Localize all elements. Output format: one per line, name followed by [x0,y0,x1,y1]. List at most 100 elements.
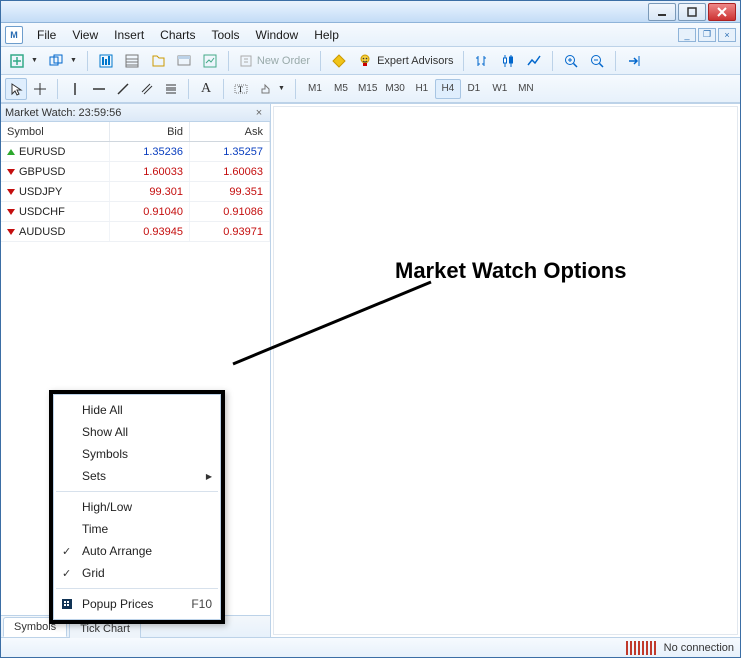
text-label-button[interactable]: T [230,78,252,100]
menu-symbols[interactable]: Symbols [54,443,220,465]
market-watch-row[interactable]: USDCHF0.910400.91086 [1,202,270,222]
popup-icon [60,597,74,611]
bid-cell: 1.35236 [110,142,190,161]
auto-scroll-icon [626,53,642,69]
timeframe-m15[interactable]: M15 [354,79,381,99]
app-window: M File View Insert Charts Tools Window H… [0,0,741,658]
zoom-out-button[interactable] [585,50,609,72]
col-ask[interactable]: Ask [190,122,270,141]
symbol-text: GBPUSD [19,166,65,178]
navigator-button[interactable] [146,50,170,72]
cursor-icon [9,82,23,96]
line-chart-icon [526,53,542,69]
col-symbol[interactable]: Symbol [1,122,110,141]
symbol-text: USDJPY [19,186,62,198]
market-watch-row[interactable]: USDJPY99.30199.351 [1,182,270,202]
bid-cell: 0.93945 [110,222,190,241]
menu-grid[interactable]: ✓Grid [54,562,220,584]
chart-bars-button[interactable] [470,50,494,72]
market-watch-row[interactable]: AUDUSD0.939450.93971 [1,222,270,242]
new-chart-icon [9,53,25,69]
timeframe-mn[interactable]: MN [513,79,539,99]
menu-window[interactable]: Window [248,24,307,46]
menu-auto-arrange[interactable]: ✓Auto Arrange [54,540,220,562]
timeframe-h4[interactable]: H4 [435,79,461,99]
menu-insert[interactable]: Insert [106,24,152,46]
fibonacci-button[interactable] [160,78,182,100]
mdi-restore-button[interactable]: ❐ [698,28,716,42]
metaquotes-button[interactable] [327,50,351,72]
strategy-tester-button[interactable] [198,50,222,72]
auto-scroll-button[interactable] [622,50,646,72]
vertical-line-button[interactable] [64,78,86,100]
expert-advisors-button[interactable]: Expert Advisors [353,50,457,72]
symbol-text: EURUSD [19,146,65,158]
timeframe-m1[interactable]: M1 [302,79,328,99]
mdi-close-button[interactable]: × [718,28,736,42]
profiles-button[interactable]: ▼ [44,50,81,72]
col-bid[interactable]: Bid [110,122,190,141]
statusbar: No connection [1,637,740,657]
text-button[interactable]: A [195,78,217,100]
menu-tools[interactable]: Tools [204,24,248,46]
market-watch-close-button[interactable]: × [252,106,266,120]
window-close-button[interactable] [708,3,736,21]
zoom-in-icon [563,53,579,69]
chart-line-button[interactable] [522,50,546,72]
menu-popup-prices[interactable]: Popup Prices F10 [54,593,220,615]
timeframe-m30[interactable]: M30 [381,79,408,99]
trendline-button[interactable] [112,78,134,100]
terminal-button[interactable] [172,50,196,72]
market-watch-rows: EURUSD1.352361.35257GBPUSD1.600331.60063… [1,142,270,242]
menu-help[interactable]: Help [306,24,347,46]
market-watch-header: Symbol Bid Ask [1,122,270,142]
timeframe-h1[interactable]: H1 [409,79,435,99]
channel-button[interactable] [136,78,158,100]
bid-cell: 0.91040 [110,202,190,221]
check-icon: ✓ [62,545,71,558]
market-watch-button[interactable] [94,50,118,72]
menu-file[interactable]: File [29,24,64,46]
market-watch-row[interactable]: EURUSD1.352361.35257 [1,142,270,162]
connection-status: No connection [664,642,734,654]
menu-view[interactable]: View [64,24,106,46]
context-menu: Hide All Show All Symbols Sets▶ High/Low… [49,390,225,624]
arrow-objects-button[interactable]: ▼ [254,78,289,100]
zoom-in-button[interactable] [559,50,583,72]
menu-time[interactable]: Time [54,518,220,540]
crosshair-button[interactable] [29,78,51,100]
timeframe-d1[interactable]: D1 [461,79,487,99]
mdi-minimize-button[interactable]: _ [678,28,696,42]
market-watch-row[interactable]: GBPUSD1.600331.60063 [1,162,270,182]
window-maximize-button[interactable] [678,3,706,21]
horizontal-line-button[interactable] [88,78,110,100]
menu-sets[interactable]: Sets▶ [54,465,220,487]
timeframe-w1[interactable]: W1 [487,79,513,99]
chevron-right-icon: ▶ [206,472,212,481]
new-order-button[interactable]: New Order [235,50,314,72]
svg-text:T: T [238,85,243,94]
menu-show-all[interactable]: Show All [54,421,220,443]
expert-icon [357,53,373,69]
crosshair-icon [33,82,47,96]
bid-cell: 99.301 [110,182,190,201]
new-order-icon [239,54,253,68]
chart-candles-button[interactable] [496,50,520,72]
timeframe-m5[interactable]: M5 [328,79,354,99]
terminal-icon [176,53,192,69]
menu-charts[interactable]: Charts [152,24,203,46]
market-watch-title: Market Watch: 23:59:56 × [1,104,270,122]
minimize-icon [657,7,667,17]
new-chart-button[interactable]: ▼ [5,50,42,72]
cursor-button[interactable] [5,78,27,100]
connection-icon [626,641,656,655]
arrow-down-icon [7,169,15,175]
market-watch-space[interactable]: Hide All Show All Symbols Sets▶ High/Low… [1,242,270,615]
menu-high-low[interactable]: High/Low [54,496,220,518]
data-window-button[interactable] [120,50,144,72]
menu-hide-all[interactable]: Hide All [54,399,220,421]
maximize-icon [687,7,697,17]
window-minimize-button[interactable] [648,3,676,21]
chart-area[interactable] [273,106,738,635]
ask-cell: 0.93971 [190,222,270,241]
